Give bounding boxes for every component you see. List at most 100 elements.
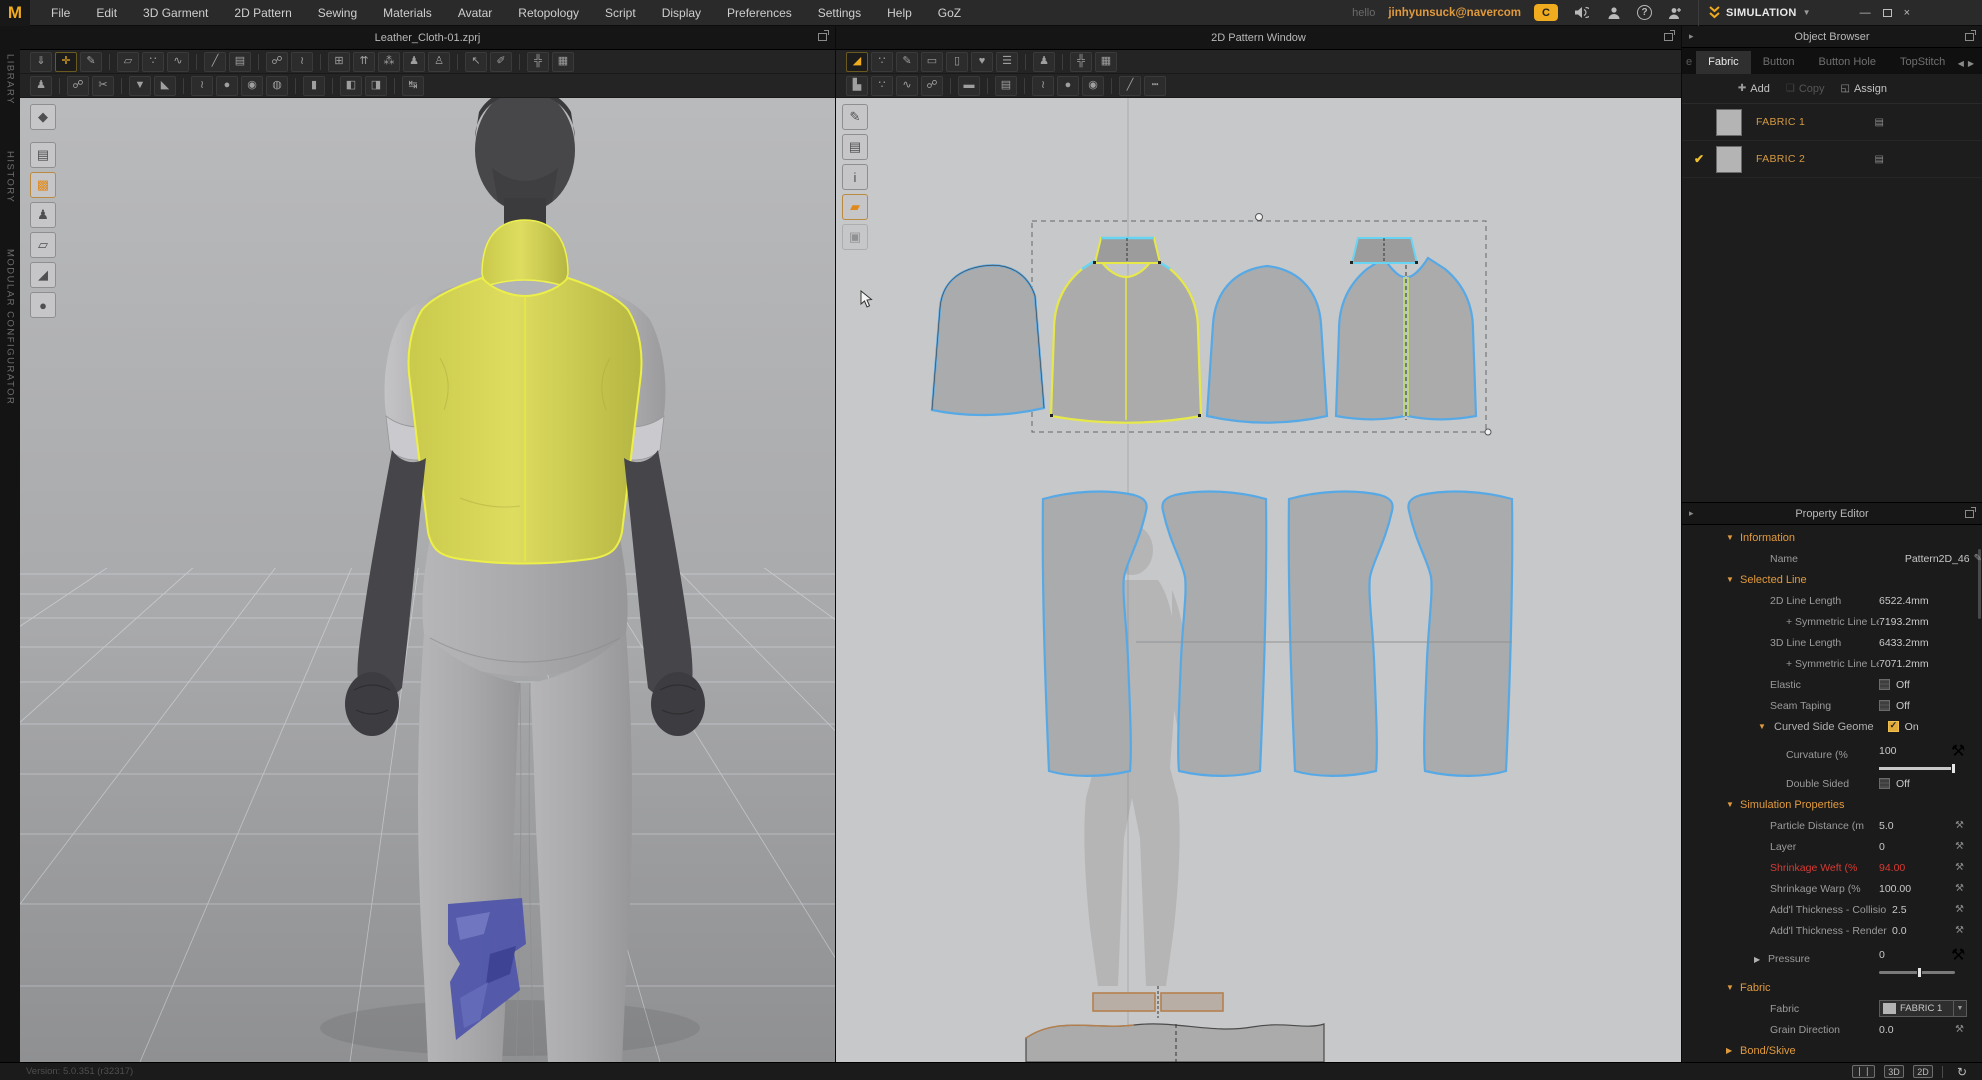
popout-icon[interactable]: [1664, 33, 1673, 41]
transform-pattern-icon[interactable]: ▱: [117, 52, 139, 72]
attach-button-icon[interactable]: ◍: [266, 76, 288, 96]
account-email[interactable]: jinhyunsuck@navercom: [1388, 7, 1521, 19]
menu-item[interactable]: File: [38, 0, 83, 26]
dock-tab[interactable]: LIBRARY: [5, 54, 16, 105]
pin-icon[interactable]: ↖: [465, 52, 487, 72]
sewing-machine-icon[interactable]: ▙: [846, 76, 868, 96]
show-avatar-silhouette-icon[interactable]: ♟: [1033, 52, 1055, 72]
button-icon[interactable]: ●: [1057, 76, 1079, 96]
wrench-icon[interactable]: ⚒: [1955, 883, 1964, 894]
3d-viewport[interactable]: ◆▤▩♟▱◢●: [20, 98, 835, 1062]
add-button[interactable]: ✚Add: [1738, 83, 1770, 95]
grid-icon[interactable]: ╬: [1070, 52, 1092, 72]
menu-item[interactable]: Avatar: [445, 0, 505, 26]
object-browser-tab[interactable]: TopStitch: [1888, 51, 1957, 74]
remove-pin-icon[interactable]: ✂: [92, 76, 114, 96]
mode-dropdown[interactable]: SIMULATION ▼: [1698, 0, 1821, 26]
menu-item[interactable]: Materials: [370, 0, 445, 26]
mesh-grid-icon[interactable]: ▦: [1095, 52, 1117, 72]
buttonhole-icon[interactable]: ◉: [241, 76, 263, 96]
edit-pattern-icon[interactable]: ∵: [871, 52, 893, 72]
flatten-left-icon[interactable]: ◧: [340, 76, 362, 96]
triangle-right-icon[interactable]: ▶: [1754, 955, 1760, 964]
split-view-icon[interactable]: ❘❘: [1852, 1065, 1875, 1078]
menu-item[interactable]: Sewing: [305, 0, 370, 26]
shirt-icon[interactable]: ▤: [995, 76, 1017, 96]
copy-button[interactable]: ❏Copy: [1786, 83, 1825, 95]
show-info-icon[interactable]: i: [842, 164, 868, 190]
close-button[interactable]: ×: [1904, 7, 1910, 19]
edit-pencil-icon[interactable]: ✎: [1974, 553, 1982, 564]
avatar-display-icon[interactable]: ♟: [403, 52, 425, 72]
check-sewing-icon[interactable]: ☍: [921, 76, 943, 96]
wrench-icon[interactable]: ⚒: [1955, 904, 1964, 915]
menu-item[interactable]: Retopology: [505, 0, 592, 26]
iron-icon[interactable]: ▬: [958, 76, 980, 96]
tab-scroll-arrows[interactable]: ◀▶: [1958, 59, 1978, 68]
trim-icon[interactable]: ┅: [1144, 76, 1166, 96]
minimize-button[interactable]: —: [1860, 7, 1871, 19]
object-browser-tab[interactable]: Button Hole: [1807, 51, 1888, 74]
restore-button[interactable]: [1883, 9, 1892, 17]
segment-sewing-icon[interactable]: ∵: [871, 76, 893, 96]
pattern-piece-hem[interactable]: [1026, 1024, 1324, 1062]
buttonhole-icon[interactable]: ◉: [1082, 76, 1104, 96]
mesh-grid-icon[interactable]: ▦: [552, 52, 574, 72]
fabric-swatch[interactable]: [1716, 146, 1742, 173]
popout-icon[interactable]: [1965, 33, 1974, 41]
project-tab[interactable]: Leather_Cloth-01.zprj: [375, 32, 481, 44]
section-selected-line[interactable]: ▼ Selected Line: [1682, 569, 1982, 590]
dock-tab[interactable]: HISTORY: [5, 151, 16, 203]
object-browser-tab[interactable]: Button: [1751, 51, 1807, 74]
pattern-piece-sleeve-left[interactable]: [932, 265, 1044, 415]
menu-item[interactable]: Edit: [83, 0, 130, 26]
pattern-piece-collar-right[interactable]: [1350, 238, 1418, 264]
pattern-piece-waistband-left[interactable]: [1093, 993, 1155, 1011]
arrangement-points-icon[interactable]: ⁂: [378, 52, 400, 72]
show-shadow-icon[interactable]: ◢: [30, 262, 56, 288]
button-icon[interactable]: ●: [216, 76, 238, 96]
popout-icon[interactable]: [1965, 510, 1974, 518]
zipper-teeth-icon[interactable]: ▮: [303, 76, 325, 96]
edit-curvature-icon[interactable]: ∿: [167, 52, 189, 72]
show-avatar-icon[interactable]: ♟: [30, 202, 56, 228]
object-browser-tab[interactable]: Fabric: [1696, 51, 1751, 74]
tape-measure-icon[interactable]: ✐: [490, 52, 512, 72]
speaker-icon[interactable]: [1571, 4, 1591, 22]
view-3d-button[interactable]: 3D: [1884, 1065, 1904, 1078]
elastic-checkbox[interactable]: [1879, 679, 1890, 690]
section-bond-skive[interactable]: ▶ Bond/Skive: [1682, 1040, 1982, 1061]
simulate-icon[interactable]: ⇓: [30, 52, 52, 72]
curved-side-checkbox[interactable]: [1888, 721, 1899, 732]
pen-line-icon[interactable]: ╱: [1119, 76, 1141, 96]
show-stroke-icon[interactable]: ✎: [842, 104, 868, 130]
wrench-icon[interactable]: ⚒: [1955, 862, 1964, 873]
free-sewing-icon[interactable]: ≀: [291, 52, 313, 72]
wrench-icon[interactable]: ⚒: [1955, 1024, 1964, 1035]
menu-item[interactable]: GoZ: [925, 0, 974, 26]
pattern-piece-sleeve-right[interactable]: [1207, 266, 1327, 423]
dart-icon[interactable]: ♥: [971, 52, 993, 72]
create-polygon-icon[interactable]: ✎: [896, 52, 918, 72]
view-2d-button[interactable]: 2D: [1913, 1065, 1933, 1078]
menu-item[interactable]: Script: [592, 0, 649, 26]
free-sewing-icon[interactable]: ∿: [896, 76, 918, 96]
fit-garment-icon[interactable]: ▼: [129, 76, 151, 96]
segment-sewing-icon[interactable]: ☍: [266, 52, 288, 72]
create-rounded-rect-icon[interactable]: ▯: [946, 52, 968, 72]
create-rectangle-icon[interactable]: ▭: [921, 52, 943, 72]
name-value[interactable]: Pattern2D_46: [1876, 553, 1969, 565]
show-bust-icon[interactable]: ●: [30, 292, 56, 318]
wrench-icon[interactable]: ⚒: [1951, 741, 1965, 761]
user-icon[interactable]: [1604, 4, 1624, 22]
show-fabric-icon[interactable]: ▰: [842, 194, 868, 220]
fabric-detail-icon[interactable]: ▤: [1875, 117, 1884, 128]
FABRIC 1[interactable]: ✔ FABRIC 1 ▤: [1682, 104, 1982, 141]
zipper-icon[interactable]: ≀: [191, 76, 213, 96]
section-fabric[interactable]: ▼ Fabric: [1682, 977, 1982, 998]
sync-icon[interactable]: ↻: [1952, 1065, 1972, 1078]
pressure-slider[interactable]: [1879, 971, 1955, 974]
fabric-detail-icon[interactable]: ▤: [1875, 154, 1884, 165]
fabric-swatch[interactable]: [1716, 109, 1742, 136]
show-garment-style-icon[interactable]: ▤: [30, 142, 56, 168]
